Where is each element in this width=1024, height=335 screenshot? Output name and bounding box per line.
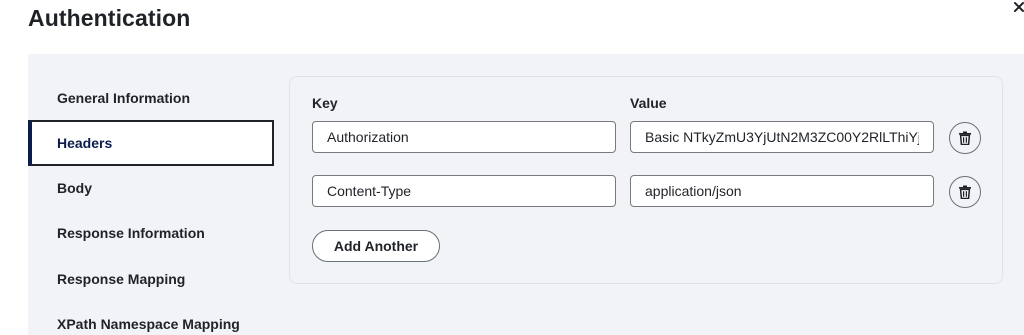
header-key-input[interactable] <box>312 121 616 153</box>
key-column-label: Key <box>312 95 338 111</box>
sidebar-item-label: XPath Namespace Mapping <box>57 316 240 332</box>
sidebar-item-general-information[interactable]: General Information <box>28 75 274 121</box>
value-column-label: Value <box>630 95 667 111</box>
sidebar-item-headers[interactable]: Headers <box>28 120 274 166</box>
add-another-button[interactable]: Add Another <box>312 230 440 262</box>
header-value-input[interactable] <box>630 121 934 153</box>
header-value-input[interactable] <box>630 175 934 207</box>
sidebar-item-label: General Information <box>57 90 191 106</box>
sidebar-item-response-information[interactable]: Response Information <box>28 210 274 256</box>
trash-icon <box>959 131 971 145</box>
sidebar-item-body[interactable]: Body <box>28 165 274 211</box>
sidebar-item-response-mapping[interactable]: Response Mapping <box>28 256 274 302</box>
sidebar-item-label: Headers <box>57 135 113 151</box>
trash-icon <box>959 185 971 199</box>
delete-row-button[interactable] <box>949 176 981 208</box>
header-key-input[interactable] <box>312 175 616 207</box>
page-title: Authentication <box>28 5 191 31</box>
sidebar-item-label: Body <box>57 180 92 196</box>
headers-card: Key Value Add Another <box>289 76 1003 284</box>
close-icon[interactable] <box>1012 0 1024 14</box>
settings-panel: General Information Headers Body Respons… <box>28 54 1024 335</box>
sidebar-item-label: Response Information <box>57 225 205 241</box>
sidebar-item-xpath-namespace-mapping[interactable]: XPath Namespace Mapping <box>28 301 274 335</box>
delete-row-button[interactable] <box>949 122 981 154</box>
sidebar-item-label: Response Mapping <box>57 271 186 287</box>
